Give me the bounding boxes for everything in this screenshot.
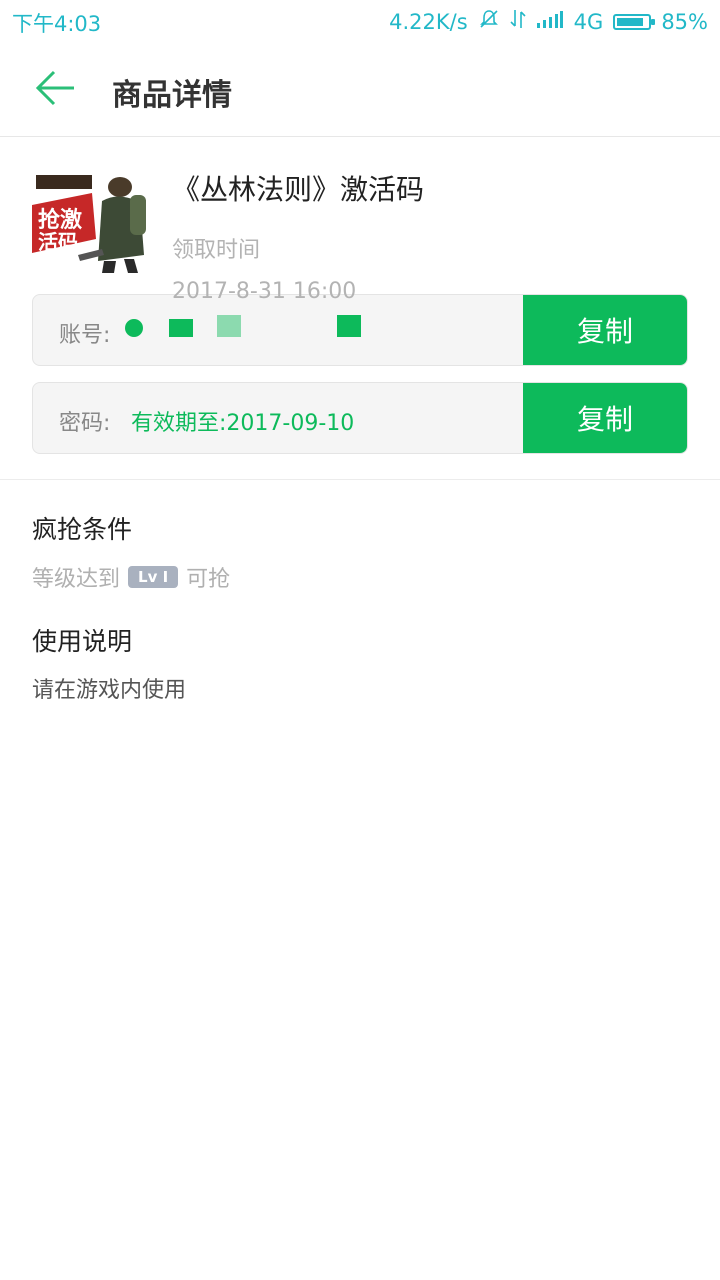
network-speed: 4.22K/s <box>389 9 468 34</box>
data-transfer-icon <box>510 8 526 35</box>
conditions-prefix: 等级达到 <box>32 567 121 592</box>
claim-time-value: 2017-8-31 16:00 <box>172 279 357 304</box>
mute-bell-icon <box>478 8 500 35</box>
status-bar: 下午4:03 4.22K/s 4G 85% <box>0 0 720 42</box>
status-right: 4.22K/s 4G 85% <box>389 8 708 35</box>
account-label: 账号: <box>59 323 111 348</box>
battery-percent: 85% <box>661 9 708 34</box>
section-divider <box>0 479 720 480</box>
claim-time-label: 领取时间 <box>172 238 261 263</box>
product-image: 抢激 活码 <box>32 165 148 273</box>
conditions-text: 等级达到 Lv I 可抢 <box>32 561 230 593</box>
conditions-title: 疯抢条件 <box>32 515 133 544</box>
svg-text:活码: 活码 <box>38 230 78 254</box>
arrow-left-icon <box>35 70 74 106</box>
expiry-date: 有效期至:2017-09-10 <box>131 411 355 436</box>
battery-fill <box>617 17 643 26</box>
usage-title: 使用说明 <box>32 627 133 656</box>
header-bar: 商品详情 <box>0 42 720 137</box>
product-name: 《丛林法则》激活码 <box>172 173 425 206</box>
signal-icon <box>536 9 564 34</box>
copy-account-button[interactable]: 复制 <box>523 295 687 365</box>
status-time: 下午4:03 <box>12 12 102 36</box>
conditions-suffix: 可抢 <box>186 567 231 592</box>
battery-icon <box>613 13 656 30</box>
back-button[interactable] <box>30 62 82 114</box>
usage-text: 请在游戏内使用 <box>32 678 187 703</box>
level-badge: Lv I <box>128 566 179 588</box>
network-type: 4G <box>573 9 604 34</box>
password-row: 密码: 有效期至:2017-09-10 复制 <box>32 382 688 454</box>
account-row: 账号: 复制 <box>32 294 688 366</box>
page-title: 商品详情 <box>112 78 232 113</box>
copy-password-button[interactable]: 复制 <box>523 383 687 453</box>
password-label: 密码: <box>59 411 111 436</box>
